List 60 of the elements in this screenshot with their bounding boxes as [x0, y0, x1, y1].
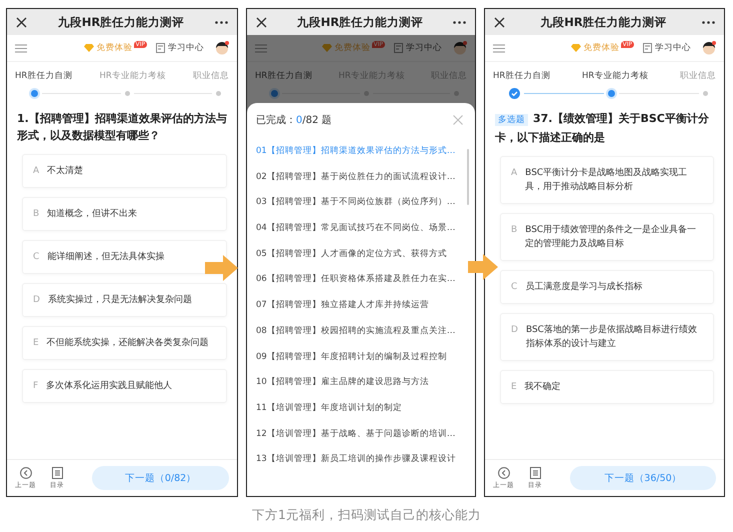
question-list-item[interactable]: 01【招聘管理】招聘渠道效果评估的方法与形式… — [256, 139, 465, 165]
more-icon[interactable] — [452, 20, 466, 24]
question-list-item[interactable]: 13【培训管理】新员工培训的操作步骤及课程设计 — [256, 447, 465, 473]
document-icon — [643, 43, 652, 53]
arrow-icon — [205, 255, 238, 281]
question-list-item[interactable]: 12【培训管理】基于战略、基于问题诊断的培训… — [256, 422, 465, 448]
question-list-item[interactable]: 03【招聘管理】基于不同岗位族群（岗位序列）… — [256, 190, 465, 216]
question-list-item[interactable]: 02【招聘管理】基于岗位胜任力的面试流程设计… — [256, 164, 465, 190]
question-list-item[interactable]: 05【招聘管理】人才画像的定位方式、获得方式 — [256, 242, 465, 268]
window-title: 九段HR胜任力能力测评 — [296, 14, 424, 30]
question-type-tag: 多选题 — [495, 114, 528, 126]
question-text: 1.【招聘管理】招聘渠道效果评估的方法与形式，以及数据模型有哪些？ — [16, 111, 228, 144]
question-list-item[interactable]: 07【招聘管理】独立搭建人才库并持续运营 — [256, 293, 465, 319]
step-label[interactable]: HR胜任力自测 — [15, 70, 72, 82]
progress-text: 已完成：0/82 题 — [256, 114, 332, 127]
answer-option[interactable]: B BSC用于绩效管理的条件之一是企业具备一定的管理能力及战略目标 — [500, 213, 714, 261]
avatar-icon[interactable] — [215, 41, 229, 55]
document-icon — [156, 43, 165, 53]
answer-option[interactable]: E 我不确定 — [500, 370, 714, 404]
window-title: 九段HR胜任力能力测评 — [540, 14, 667, 30]
list-icon — [52, 466, 62, 478]
menu-icon[interactable] — [493, 44, 505, 52]
answer-option[interactable]: B 知道概念，但讲不出来 — [22, 197, 227, 231]
close-icon[interactable] — [494, 16, 505, 28]
avatar-icon[interactable] — [702, 41, 716, 55]
step-label[interactable]: HR胜任力自测 — [255, 70, 312, 82]
step-label[interactable]: HR专业能力考核 — [582, 70, 648, 82]
study-center-link[interactable]: 学习中心 — [655, 42, 691, 54]
back-icon — [20, 466, 32, 478]
arrow-icon — [468, 254, 498, 280]
study-center-link[interactable]: 学习中心 — [406, 42, 442, 54]
question-list-item[interactable]: 09【招聘管理】年度招聘计划的编制及过程控制 — [256, 344, 465, 370]
menu-icon[interactable] — [15, 44, 27, 52]
close-icon[interactable] — [16, 16, 27, 28]
more-icon[interactable] — [702, 20, 715, 24]
list-icon — [530, 466, 540, 478]
document-icon — [394, 43, 403, 53]
question-list-item[interactable]: 08【招聘管理】校园招聘的实施流程及重点关注… — [256, 318, 465, 344]
answer-option[interactable]: A BSC平衡计分卡是战略地图及战略实现工具，用于推动战略目标分析 — [500, 156, 714, 204]
question-list-item[interactable]: 06【招聘管理】任职资格体系搭建及胜任力在实… — [256, 267, 465, 294]
step-label[interactable]: HR胜任力自测 — [493, 70, 550, 82]
answer-option[interactable]: E 不但能系统实操，还能解决各类复杂问题 — [22, 326, 227, 360]
answer-option[interactable]: C 员工满意度是学习与成长指标 — [500, 270, 714, 304]
study-center-link[interactable]: 学习中心 — [168, 42, 204, 54]
diamond-icon — [84, 44, 94, 52]
question-text: 多选题 37.【绩效管理】关于BSC平衡计分卡，以下描述正确的是 — [494, 111, 710, 146]
answer-option[interactable]: F 多次体系化运用实践且赋能他人 — [22, 369, 227, 403]
caption-text: 下方1元福利，扫码测试自己的核心能力 — [251, 507, 482, 524]
question-list-item[interactable]: 10【招聘管理】雇主品牌的建设思路与方法 — [256, 370, 465, 396]
answer-option[interactable]: D 系统实操过，只是无法解决复杂问题 — [22, 283, 227, 317]
question-list-item[interactable]: 04【招聘管理】常见面试技巧在不同岗位、场景… — [256, 216, 465, 242]
back-icon — [498, 466, 510, 478]
close-icon[interactable] — [256, 16, 267, 28]
window-title: 九段HR胜任力能力测评 — [58, 14, 184, 30]
diamond-icon — [570, 44, 580, 52]
diamond-icon — [322, 44, 332, 52]
answer-option[interactable]: D BSC落地的第一步是依据战略目标进行绩效指标体系的设计与建立 — [500, 313, 714, 361]
question-list-item[interactable]: 11【培训管理】年度培训计划的制定 — [256, 396, 465, 422]
answer-option[interactable]: A 不太清楚 — [22, 154, 227, 188]
more-icon[interactable] — [214, 20, 228, 24]
